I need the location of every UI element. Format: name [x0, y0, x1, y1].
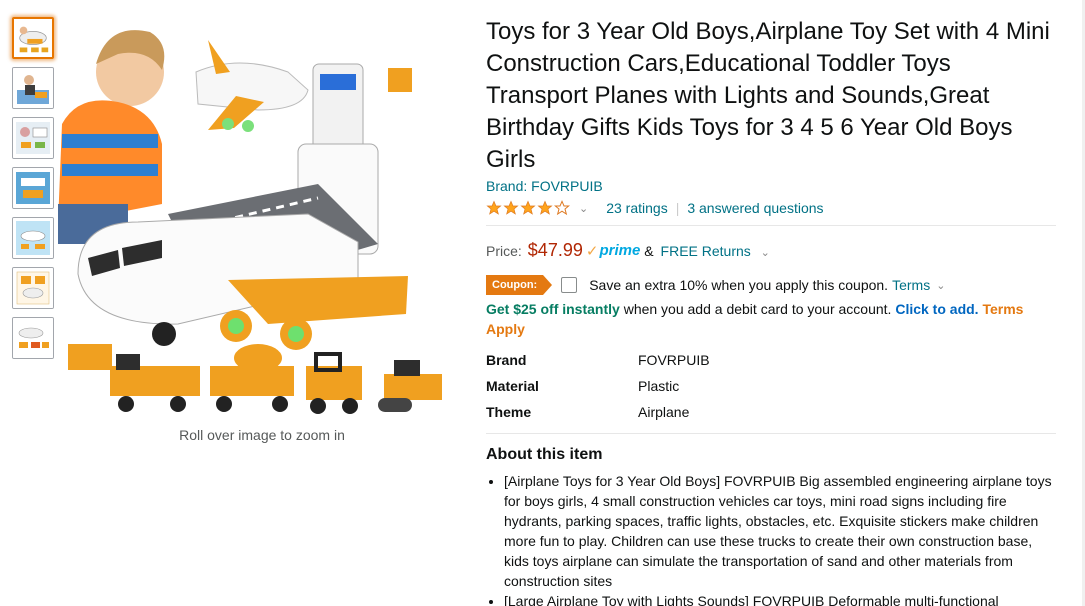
chevron-down-icon[interactable]: ⌄ — [579, 202, 588, 215]
spec-table: Brand FOVRPUIB Material Plastic Theme Ai… — [486, 347, 1056, 425]
thumbnail-1[interactable] — [12, 17, 54, 59]
thumbnail-image — [13, 268, 53, 308]
debit-card-offer: Get $25 off instantly when you add a deb… — [486, 299, 1056, 339]
coupon-text: Save an extra 10% when you apply this co… — [589, 277, 889, 293]
thumbnail-7[interactable] — [12, 317, 54, 359]
free-returns-link[interactable]: FREE Returns — [661, 243, 751, 259]
thumbnail-2[interactable] — [12, 67, 54, 109]
thumbnail-image — [13, 68, 53, 108]
thumbnail-image — [14, 19, 52, 57]
bullet-item: [Airplane Toys for 3 Year Old Boys] FOVR… — [504, 471, 1056, 591]
spec-key: Brand — [486, 352, 527, 368]
spec-row: Theme Airplane — [486, 399, 1056, 425]
offer-headline: Get $25 off instantly — [486, 301, 620, 317]
questions-link[interactable]: 3 answered questions — [687, 200, 823, 216]
spec-row: Brand FOVRPUIB — [486, 347, 1056, 373]
coupon-badge: Coupon: — [486, 275, 553, 295]
coupon-row: Coupon: Save an extra 10% when you apply… — [486, 275, 1056, 295]
thumbnail-6[interactable] — [12, 267, 54, 309]
prime-check-icon: ✓ — [585, 242, 599, 260]
star-full-icon — [537, 200, 553, 215]
chevron-down-icon[interactable]: ⌄ — [761, 247, 770, 259]
product-photo — [58, 14, 468, 424]
product-details: Toys for 3 Year Old Boys,Airplane Toy Se… — [486, 16, 1056, 606]
price-value: $47.99 — [527, 240, 583, 260]
spec-key: Material — [486, 378, 539, 394]
price-row: Price: $47.99 ✓ prime & FREE Returns ⌄ — [486, 240, 1056, 261]
thumbnail-image — [13, 218, 53, 258]
thumbnail-image — [13, 318, 53, 358]
about-title: About this item — [486, 446, 603, 463]
thumbnail-image — [13, 118, 53, 158]
thumbnail-5[interactable] — [12, 217, 54, 259]
star-full-icon — [503, 200, 519, 215]
returns-prefix: & — [644, 242, 654, 259]
main-product-image[interactable] — [58, 14, 468, 424]
thumbnail-strip — [12, 17, 56, 367]
about-bullets: [Airplane Toys for 3 Year Old Boys] FOVR… — [486, 471, 1056, 606]
bullet-item: [Large Airplane Toy with Lights Sounds] … — [504, 591, 1056, 606]
brand-link[interactable]: Brand: FOVRPUIB — [486, 178, 603, 194]
product-title: Toys for 3 Year Old Boys,Airplane Toy Se… — [486, 18, 1050, 173]
chevron-down-icon[interactable]: ⌄ — [936, 279, 945, 292]
zoom-hint: Roll over image to zoom in — [179, 427, 345, 443]
spec-key: Theme — [486, 404, 532, 420]
price-label: Price: — [486, 242, 522, 259]
spec-value: Airplane — [638, 404, 690, 420]
star-full-icon — [486, 200, 502, 215]
coupon-terms-link[interactable]: Terms — [892, 277, 930, 293]
star-rating[interactable] — [486, 200, 571, 216]
ratings-link[interactable]: 23 ratings — [606, 200, 667, 216]
spec-value: FOVRPUIB — [638, 352, 710, 368]
star-empty-icon — [554, 200, 570, 216]
rating-row: ⌄ 23 ratings | 3 answered questions — [486, 198, 1056, 218]
thumbnail-image — [13, 168, 53, 208]
prime-label: prime — [599, 242, 641, 259]
offer-text: when you add a debit card to your accoun… — [623, 301, 892, 317]
prime-badge: ✓ prime — [586, 242, 640, 260]
click-to-add-link[interactable]: Click to add. — [895, 301, 978, 317]
thumbnail-4[interactable] — [12, 167, 54, 209]
star-full-icon — [520, 200, 536, 215]
coupon-checkbox[interactable] — [561, 277, 578, 293]
thumbnail-3[interactable] — [12, 117, 54, 159]
returns: & FREE Returns ⌄ — [644, 243, 770, 259]
separator: | — [675, 200, 680, 216]
divider — [486, 433, 1056, 434]
divider — [486, 225, 1056, 226]
spec-row: Material Plastic — [486, 373, 1056, 399]
spec-value: Plastic — [638, 378, 680, 394]
